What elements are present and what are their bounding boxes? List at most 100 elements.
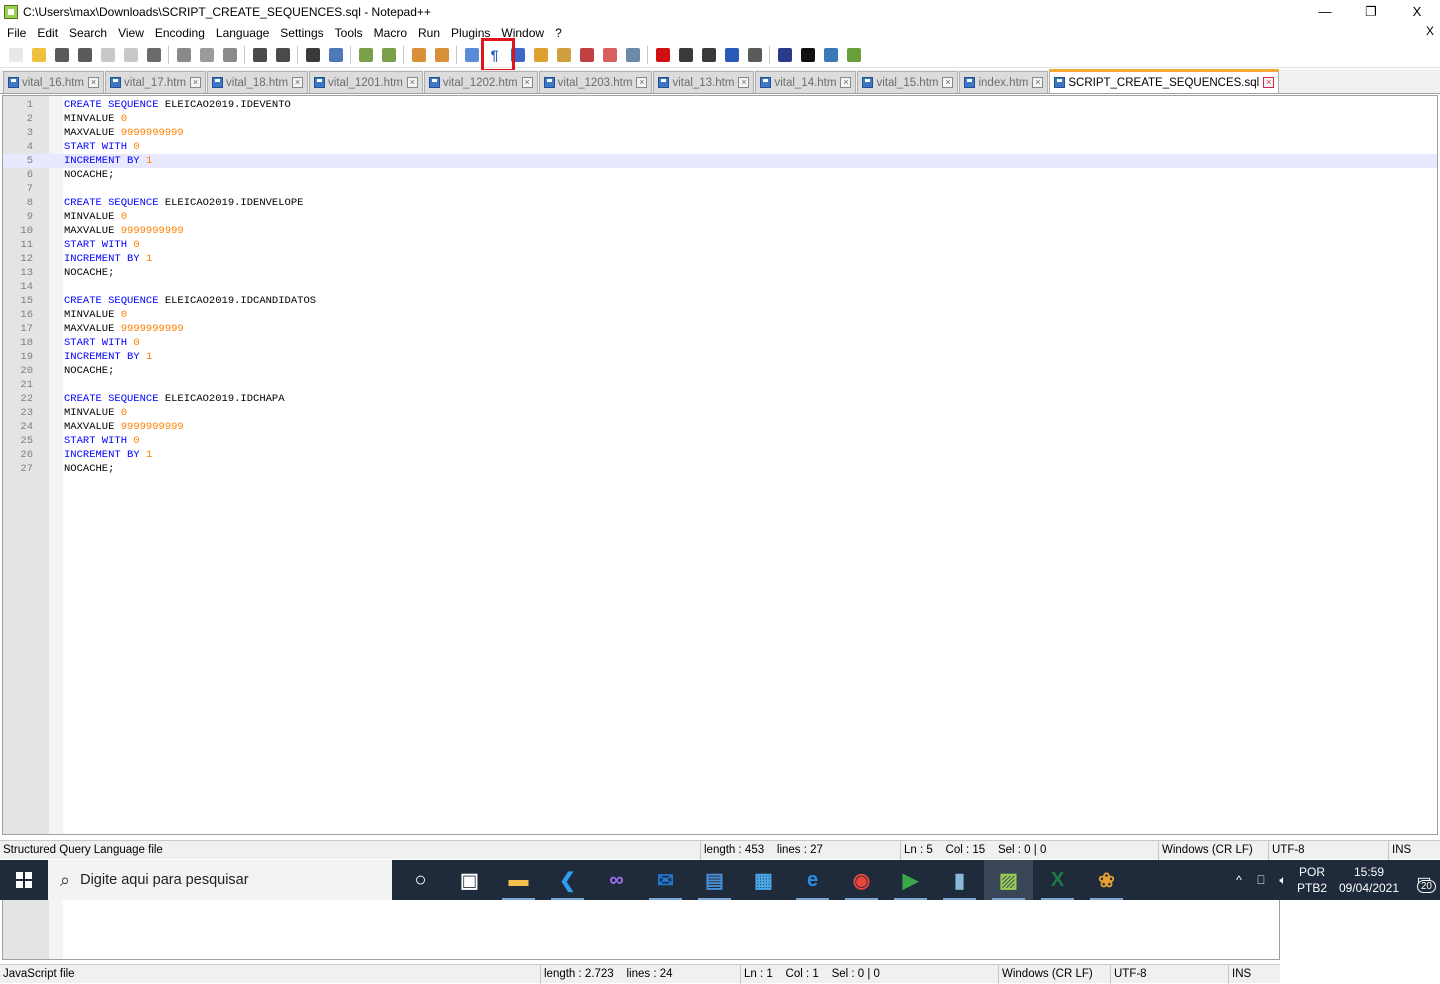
save-macro-button[interactable] — [743, 44, 766, 66]
tab-close-icon[interactable]: × — [1032, 77, 1044, 88]
sql-button[interactable] — [842, 44, 865, 66]
menu-item-search[interactable]: Search — [64, 26, 112, 40]
close-file-button[interactable] — [96, 44, 119, 66]
tab-vital-18-htm[interactable]: vital_18.htm × — [207, 71, 309, 93]
code-editor[interactable]: 1 CREATE SEQUENCE ELEICAO2019.IDEVENTO 2 MI… — [2, 95, 1438, 835]
menu-item-window[interactable]: Window — [496, 26, 549, 40]
xml-tools-button[interactable] — [819, 44, 842, 66]
sync-horizontal-button[interactable] — [430, 44, 453, 66]
playback-macro-button[interactable] — [697, 44, 720, 66]
menu-item-tools[interactable]: Tools — [330, 26, 368, 40]
sync-vertical-button[interactable] — [407, 44, 430, 66]
background-editor[interactable] — [2, 898, 1280, 960]
tab-close-icon[interactable]: × — [292, 77, 304, 88]
redo-button[interactable] — [271, 44, 294, 66]
tab-close-icon[interactable]: × — [636, 77, 648, 88]
tab-vital-15-htm[interactable]: vital_15.htm × — [857, 71, 959, 93]
run-macro-multiple-button[interactable] — [720, 44, 743, 66]
notes-taskbar-button[interactable]: ▮ — [935, 860, 984, 900]
monitoring-button[interactable] — [621, 44, 644, 66]
taskbar-search-box[interactable]: ⌕ Digite aqui para pesquisar — [48, 860, 392, 900]
status-eol[interactable]: Windows (CR LF) — [1158, 841, 1268, 860]
visual-studio-taskbar-button[interactable]: ∞ — [592, 860, 641, 900]
tab-vital-1202-htm[interactable]: vital_1202.htm × — [423, 71, 538, 93]
menu-item-edit[interactable]: Edit — [32, 26, 63, 40]
menu-item-settings[interactable]: Settings — [275, 26, 328, 40]
file-explorer-taskbar-button[interactable]: ▬ — [494, 860, 543, 900]
save-button[interactable] — [50, 44, 73, 66]
network-icon[interactable]: ⎕ — [1250, 873, 1272, 888]
record-macro-button[interactable] — [651, 44, 674, 66]
copy-button[interactable] — [195, 44, 218, 66]
stop-recording-button[interactable] — [674, 44, 697, 66]
notepadpp-app-icon[interactable] — [4, 4, 18, 19]
start-button[interactable] — [0, 860, 48, 900]
menu-item-encoding[interactable]: Encoding — [150, 26, 210, 40]
replace-button[interactable] — [324, 44, 347, 66]
volume-icon[interactable]: 🔈︎ — [1272, 873, 1294, 888]
menu-item-run[interactable]: Run — [413, 26, 445, 40]
input-language[interactable]: POR PTB2 — [1294, 864, 1330, 896]
close-button[interactable]: X — [1394, 0, 1440, 23]
menu-item-macro[interactable]: Macro — [369, 26, 412, 40]
folder-as-workspace-button[interactable] — [575, 44, 598, 66]
open-file-button[interactable] — [27, 44, 50, 66]
zoom-out-button[interactable] — [377, 44, 400, 66]
minimize-button[interactable]: — — [1302, 0, 1348, 23]
status-insert-mode[interactable]: INS — [1388, 841, 1440, 860]
notepadpp-taskbar-button[interactable]: ▨ — [984, 860, 1033, 900]
tab-close-icon[interactable]: × — [190, 77, 202, 88]
document-map-button[interactable] — [529, 44, 552, 66]
markdown-button[interactable] — [796, 44, 819, 66]
close-all-button[interactable] — [119, 44, 142, 66]
media-player-taskbar-button[interactable]: ▶ — [886, 860, 935, 900]
document-list-button[interactable] — [598, 44, 621, 66]
edge-taskbar-button[interactable]: e — [788, 860, 837, 900]
paint-taskbar-button[interactable]: ❀ — [1082, 860, 1131, 900]
tab-vital-17-htm[interactable]: vital_17.htm × — [105, 71, 207, 93]
word-wrap-button[interactable] — [460, 44, 483, 66]
show-hidden-icons-chevron[interactable]: ^ — [1228, 873, 1250, 887]
cortana-taskbar-button[interactable]: ○ — [396, 860, 445, 900]
print-button[interactable] — [142, 44, 165, 66]
task-view-taskbar-button[interactable]: ▣ — [445, 860, 494, 900]
php-button[interactable] — [773, 44, 796, 66]
tab-script-create-sequences-sql[interactable]: SCRIPT_CREATE_SEQUENCES.sql × — [1049, 69, 1280, 93]
chrome-taskbar-button[interactable]: ◉ — [837, 860, 886, 900]
tab-vital-1201-htm[interactable]: vital_1201.htm × — [309, 71, 423, 93]
cut-button[interactable] — [172, 44, 195, 66]
tab-close-icon[interactable]: × — [521, 77, 533, 88]
tab-close-icon[interactable]: × — [942, 77, 954, 88]
save-all-button[interactable] — [73, 44, 96, 66]
tab-close-icon[interactable]: × — [840, 77, 852, 88]
show-all-characters-button[interactable]: ¶ — [483, 44, 506, 66]
outlook-taskbar-button[interactable]: ✉ — [641, 860, 690, 900]
indent-guide-button[interactable] — [506, 44, 529, 66]
tab-close-icon[interactable]: × — [738, 77, 750, 88]
tab-vital-14-htm[interactable]: vital_14.htm × — [755, 71, 857, 93]
undo-button[interactable] — [248, 44, 271, 66]
remote-desktop-taskbar-button[interactable]: ▤ — [690, 860, 739, 900]
menu-item-help[interactable]: ? — [550, 26, 567, 40]
tab-vital-16-htm[interactable]: vital_16.htm × — [3, 71, 105, 93]
restore-button[interactable]: ❐ — [1348, 0, 1394, 23]
tab-index-htm[interactable]: index.htm × — [959, 71, 1049, 93]
menu-item-view[interactable]: View — [113, 26, 149, 40]
close-document-button[interactable]: X — [1426, 24, 1434, 38]
new-file-button[interactable] — [4, 44, 27, 66]
tab-close-icon[interactable]: × — [88, 77, 100, 88]
status-encoding[interactable]: UTF-8 — [1268, 841, 1388, 860]
tab-vital-1203-htm[interactable]: vital_1203.htm × — [538, 71, 653, 93]
menu-item-plugins[interactable]: Plugins — [446, 26, 495, 40]
zoom-in-button[interactable] — [354, 44, 377, 66]
vscode-taskbar-button[interactable]: ❮ — [543, 860, 592, 900]
tab-vital-13-htm[interactable]: vital_13.htm × — [653, 71, 755, 93]
action-center-button[interactable]: ▭ 20 — [1408, 860, 1440, 900]
menu-item-file[interactable]: File — [2, 26, 31, 40]
find-button[interactable] — [301, 44, 324, 66]
tab-close-icon[interactable]: × — [1263, 77, 1275, 88]
paste-button[interactable] — [218, 44, 241, 66]
function-list-button[interactable] — [552, 44, 575, 66]
clock[interactable]: 15:59 09/04/2021 — [1330, 864, 1408, 896]
excel-taskbar-button[interactable]: X — [1033, 860, 1082, 900]
